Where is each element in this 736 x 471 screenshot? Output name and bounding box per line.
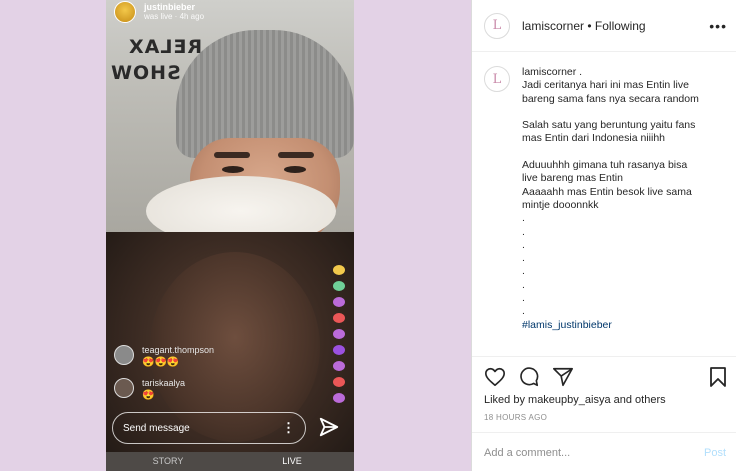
- post-author: lamiscorner • Following: [522, 19, 709, 33]
- more-options-icon[interactable]: •••: [709, 18, 727, 34]
- reaction-heart-icon: [333, 297, 345, 307]
- send-message-placeholder: Send message: [123, 422, 190, 434]
- caption-line: .: [522, 225, 525, 238]
- host-username[interactable]: justinbieber: [144, 2, 204, 12]
- live-tab-bar: STORY LIVE: [106, 452, 354, 471]
- author-avatar[interactable]: L: [484, 12, 510, 39]
- reaction-heart-icon: [333, 345, 345, 355]
- caption-line: .: [522, 265, 525, 278]
- send-icon[interactable]: [318, 416, 340, 438]
- caption-line: .: [522, 238, 525, 251]
- caption-author-avatar[interactable]: L: [484, 66, 510, 92]
- live-video-frame[interactable]: RELAX E SHOW justinbieber was live · 4h …: [106, 0, 354, 471]
- reaction-heart-icon: [333, 377, 345, 387]
- tab-story[interactable]: STORY: [106, 452, 230, 471]
- divider: [472, 356, 736, 357]
- comment-text: 😍😍😍: [142, 357, 180, 368]
- caption-line: .: [522, 252, 525, 265]
- caption-line: bareng sama fans nya secara random: [522, 92, 699, 105]
- caption-line: mas Entin dari Indonesia niiihh: [522, 132, 666, 145]
- commenter-name: tariskaalya: [142, 378, 186, 388]
- caption-line: .: [522, 292, 525, 305]
- comment-icon[interactable]: [518, 366, 540, 388]
- caption-line: [522, 146, 699, 159]
- host-avatar[interactable]: [114, 1, 136, 23]
- heart-icon[interactable]: [484, 366, 506, 388]
- commenter-avatar: [114, 378, 134, 398]
- caption-hashtag[interactable]: #lamis_justinbieber: [522, 319, 699, 332]
- reaction-heart-icon: [333, 361, 345, 371]
- caption-username[interactable]: lamiscorner .: [522, 66, 699, 79]
- caption-line: Salah satu yang beruntung yaitu fans: [522, 119, 696, 132]
- reaction-heart-icon: [333, 281, 345, 291]
- post-comment-button[interactable]: Post: [704, 447, 726, 459]
- bookmark-icon[interactable]: [708, 366, 728, 388]
- reaction-heart-icon: [333, 265, 345, 275]
- comment-text: 😍: [142, 390, 155, 401]
- caption-line: Aaaaahh mas Entin besok live sama: [522, 185, 692, 198]
- caption-line: Aduuuhhh gimana tuh rasanya bisa: [522, 159, 688, 172]
- author-avatar-logo: L: [492, 18, 502, 33]
- following-status[interactable]: • Following: [587, 19, 645, 33]
- post-sidebar: L lamiscorner • Following ••• L lamiscor…: [471, 0, 736, 471]
- reaction-heart-icon: [333, 393, 345, 403]
- post-caption: L lamiscorner . Jadi ceritanya hari ini …: [484, 66, 729, 332]
- likes-text[interactable]: Liked by makeupby_aisya and others: [484, 394, 666, 406]
- commenter-avatar: [114, 345, 134, 365]
- caption-line: .: [522, 278, 525, 291]
- add-comment-input[interactable]: Add a comment...: [484, 447, 570, 459]
- caption-line: .: [522, 212, 525, 225]
- divider: [472, 432, 736, 433]
- caption-line: [522, 106, 699, 119]
- host-camera-view: RELAX E SHOW justinbieber was live · 4h …: [106, 0, 354, 232]
- commenter-name: teagant.thompson: [142, 345, 215, 355]
- caption-line: live bareng mas Entin: [522, 172, 623, 185]
- caption-line: Jadi ceritanya hari ini mas Entin live: [522, 79, 689, 92]
- post-header: L lamiscorner • Following •••: [472, 0, 736, 52]
- caption-line: .: [522, 305, 525, 318]
- live-comment: teagant.thompson 😍😍😍: [114, 345, 214, 368]
- post-timestamp: 18 HOURS AGO: [484, 413, 548, 422]
- reaction-heart-icon: [333, 313, 345, 323]
- wall-sign-text: RELAX: [128, 36, 203, 58]
- author-username[interactable]: lamiscorner: [522, 19, 584, 33]
- reaction-heart-icon: [333, 329, 345, 339]
- post-media[interactable]: RELAX E SHOW justinbieber was live · 4h …: [0, 0, 471, 471]
- share-icon[interactable]: [552, 366, 574, 388]
- more-options-icon[interactable]: ⋮: [282, 420, 295, 436]
- post-actions: [484, 366, 586, 388]
- caption-line: mintje dooonnkk: [522, 198, 599, 211]
- caption-text: Jadi ceritanya hari ini mas Entin live ba…: [522, 79, 699, 318]
- live-comment: tariskaalya 😍: [114, 378, 185, 401]
- caption-avatar-logo: L: [492, 71, 502, 87]
- host-status: was live · 4h ago: [144, 12, 205, 21]
- send-message-input[interactable]: Send message ⋮: [112, 412, 306, 444]
- reaction-hearts: [330, 265, 348, 409]
- tab-live[interactable]: LIVE: [230, 452, 354, 471]
- live-header: justinbieber was live · 4h ago: [114, 0, 204, 24]
